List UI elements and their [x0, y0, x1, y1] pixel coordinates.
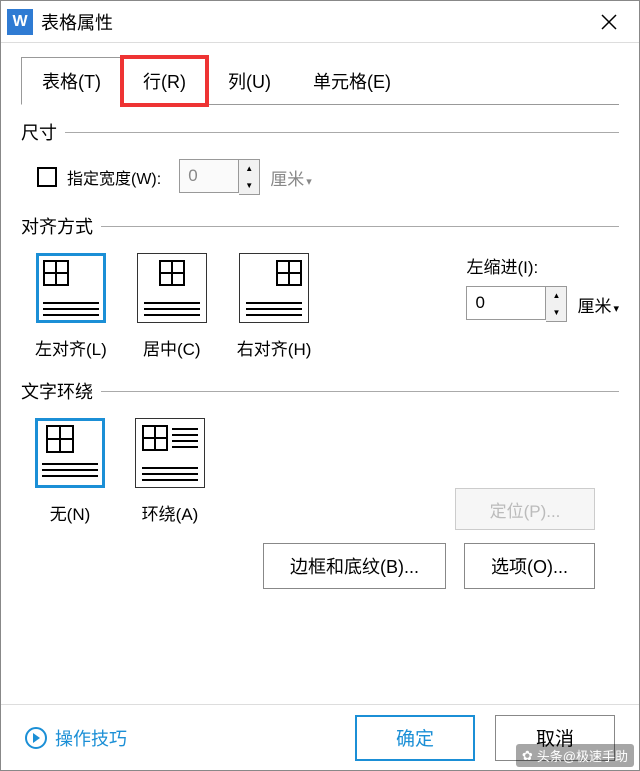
align-center-option[interactable]: [137, 253, 207, 323]
align-right-icon: [276, 260, 302, 286]
width-spinner[interactable]: ▲ ▼: [179, 159, 260, 195]
wrap-around-icon: [142, 425, 168, 451]
titlebar: W 表格属性: [1, 1, 639, 43]
specify-width-label: 指定宽度(W):: [67, 165, 161, 189]
wrap-section-title: 文字环绕: [21, 378, 619, 404]
align-section-title: 对齐方式: [21, 213, 619, 239]
position-button: 定位(P)...: [455, 488, 595, 530]
close-icon: [600, 13, 618, 31]
indent-spinner[interactable]: ▲ ▼: [466, 286, 567, 322]
dialog-window: W 表格属性 表格(T) 行(R) 列(U) 单元格(E) 尺寸 指定宽度(W)…: [0, 0, 640, 771]
indent-step-down[interactable]: ▼: [546, 304, 566, 321]
tab-table[interactable]: 表格(T): [21, 57, 122, 105]
tab-row[interactable]: 行(R): [122, 57, 207, 105]
align-left-option[interactable]: [36, 253, 106, 323]
align-right-option[interactable]: [239, 253, 309, 323]
tab-bar: 表格(T) 行(R) 列(U) 单元格(E): [21, 57, 619, 105]
tips-label: 操作技巧: [55, 725, 127, 751]
ok-button[interactable]: 确定: [355, 715, 475, 761]
options-button[interactable]: 选项(O)...: [464, 543, 595, 589]
tips-link[interactable]: 操作技巧: [25, 725, 127, 751]
wrap-none-icon: [46, 425, 74, 453]
size-section: 尺寸 指定宽度(W): ▲ ▼ 厘米▾: [21, 119, 619, 195]
dialog-content: 表格(T) 行(R) 列(U) 单元格(E) 尺寸 指定宽度(W): ▲ ▼ 厘…: [1, 43, 639, 704]
wrap-none-label: 无(N): [50, 500, 91, 525]
align-center-icon: [159, 260, 185, 286]
size-section-title: 尺寸: [21, 119, 619, 145]
watermark: ✿ 头条@极速手助: [516, 744, 634, 767]
wrap-section: 文字环绕 无(N): [21, 378, 619, 525]
indent-input[interactable]: [466, 286, 546, 320]
width-step-up[interactable]: ▲: [239, 160, 259, 177]
align-center-label: 居中(C): [143, 335, 201, 360]
wrap-around-option[interactable]: [135, 418, 205, 488]
indent-block: 左缩进(I): ▲ ▼ 厘米▾: [466, 253, 619, 322]
align-section: 对齐方式 左对齐(L) 居中(C): [21, 213, 619, 360]
close-button[interactable]: [587, 5, 631, 39]
action-buttons: 边框和底纹(B)... 选项(O)...: [21, 543, 619, 589]
indent-step-up[interactable]: ▲: [546, 287, 566, 304]
align-right-label: 右对齐(H): [237, 335, 312, 360]
tab-column[interactable]: 列(U): [207, 57, 292, 105]
play-icon: [25, 727, 47, 749]
width-unit-dropdown[interactable]: 厘米▾: [270, 165, 312, 190]
align-left-label: 左对齐(L): [35, 335, 107, 360]
width-input[interactable]: [179, 159, 239, 193]
watermark-icon: ✿: [522, 748, 533, 764]
specify-width-checkbox[interactable]: [37, 167, 57, 187]
indent-unit-dropdown[interactable]: 厘米▾: [577, 292, 619, 317]
width-step-down[interactable]: ▼: [239, 177, 259, 194]
border-shading-button[interactable]: 边框和底纹(B)...: [263, 543, 446, 589]
app-icon: W: [7, 9, 33, 35]
wrap-around-label: 环绕(A): [142, 500, 199, 525]
tab-cell[interactable]: 单元格(E): [292, 57, 412, 105]
wrap-none-option[interactable]: [35, 418, 105, 488]
indent-label: 左缩进(I):: [466, 253, 619, 278]
window-title: 表格属性: [41, 9, 587, 35]
align-left-icon: [43, 260, 69, 286]
